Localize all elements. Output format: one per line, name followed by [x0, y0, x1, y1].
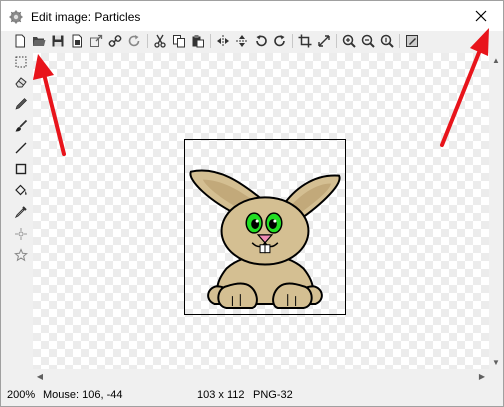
zoom-out-button[interactable]: [359, 32, 377, 50]
scroll-right-button[interactable]: ▶: [475, 369, 489, 383]
export-icon: [90, 34, 103, 47]
refresh-button[interactable]: [125, 32, 143, 50]
edit-properties-icon: [406, 35, 418, 47]
paste-icon: [192, 35, 204, 48]
select-tool[interactable]: [12, 53, 30, 71]
cut-button[interactable]: [151, 32, 169, 50]
image-format: PNG-32: [253, 389, 293, 401]
edit-properties-button[interactable]: [403, 32, 421, 50]
save-button[interactable]: [49, 32, 67, 50]
scroll-left-button[interactable]: ◀: [33, 369, 47, 383]
rotate-right-icon: [274, 35, 285, 47]
canvas-area[interactable]: [33, 53, 489, 369]
save-icon: [52, 35, 64, 47]
toolbar-separator: [336, 34, 337, 48]
flip-vertical-icon: [236, 35, 248, 47]
rectangle-icon: [15, 163, 27, 175]
scroll-down-button[interactable]: ▼: [489, 355, 503, 369]
pencil-icon: [15, 98, 27, 110]
star-icon: [14, 248, 28, 262]
window-title: Edit image: Particles: [31, 10, 141, 24]
eraser-tool[interactable]: [12, 73, 30, 91]
rotate-right-button[interactable]: [271, 32, 289, 50]
title-bar: Edit image: Particles: [1, 1, 503, 31]
app-gear-icon: [9, 10, 23, 24]
zoom-reset-button[interactable]: [378, 32, 396, 50]
toolbar-separator: [399, 34, 400, 48]
rotate-left-button[interactable]: [252, 32, 270, 50]
close-button[interactable]: [459, 1, 503, 31]
save-as-button[interactable]: [68, 32, 86, 50]
tool-palette: [9, 51, 33, 381]
scroll-up-button[interactable]: ▲: [489, 53, 503, 67]
vertical-scrollbar[interactable]: ▲ ▼: [489, 53, 503, 369]
new-icon: [15, 34, 25, 48]
chevron-left-icon: ◀: [36, 371, 44, 381]
zoom-reset-icon: [380, 34, 394, 48]
flip-horizontal-icon: [217, 35, 229, 47]
close-icon: [475, 10, 487, 22]
toolbar-separator: [210, 34, 211, 48]
flip-vertical-button[interactable]: [233, 32, 251, 50]
line-icon: [15, 142, 27, 154]
flip-horizontal-button[interactable]: [214, 32, 232, 50]
toolbar-separator: [292, 34, 293, 48]
horizontal-scrollbar[interactable]: ◀ ▶: [33, 369, 489, 383]
export-button[interactable]: [87, 32, 105, 50]
bunny-image: [189, 169, 341, 309]
brush-icon: [15, 119, 28, 132]
line-tool[interactable]: [12, 139, 30, 157]
link-button[interactable]: [106, 32, 124, 50]
status-bar: 200% Mouse: 106, -44 103 x 112 PNG-32: [1, 383, 503, 406]
zoom-out-icon: [361, 34, 375, 48]
spray-tool[interactable]: [12, 225, 30, 243]
crop-icon: [298, 34, 312, 48]
image-size: 103 x 112: [197, 389, 245, 401]
link-icon: [108, 35, 122, 47]
spray-icon: [15, 228, 27, 240]
refresh-icon: [128, 35, 140, 47]
resize-icon: [318, 35, 330, 47]
mouse-position: Mouse: 106, -44: [43, 389, 123, 401]
select-rect-icon: [15, 56, 27, 68]
new-button[interactable]: [11, 32, 29, 50]
fill-tool[interactable]: [12, 181, 30, 199]
cut-icon: [154, 34, 166, 48]
rotate-left-icon: [256, 35, 267, 47]
color-picker-icon: [14, 206, 27, 219]
shape-tool[interactable]: [12, 246, 30, 264]
eraser-icon: [15, 77, 27, 88]
zoom-level: 200%: [7, 389, 36, 401]
copy-icon: [173, 35, 185, 48]
zoom-in-icon: [342, 34, 356, 48]
chevron-down-icon: ▼: [492, 357, 500, 367]
rectangle-tool[interactable]: [12, 160, 30, 178]
image-editor-window: Edit image: Particles ▲ ▼ ◀ ▶ 200% Mouse…: [0, 0, 504, 407]
chevron-right-icon: ▶: [478, 371, 486, 381]
main-toolbar: [9, 31, 503, 51]
brush-tool[interactable]: [12, 117, 30, 135]
chevron-up-icon: ▲: [492, 55, 500, 65]
zoom-in-button[interactable]: [340, 32, 358, 50]
fill-bucket-icon: [15, 184, 27, 196]
image-canvas[interactable]: [184, 139, 346, 315]
paste-button[interactable]: [189, 32, 207, 50]
pencil-tool[interactable]: [12, 95, 30, 113]
copy-button[interactable]: [170, 32, 188, 50]
open-button[interactable]: [30, 32, 48, 50]
toolbar-separator: [147, 34, 148, 48]
color-picker-tool[interactable]: [12, 203, 30, 221]
resize-button[interactable]: [315, 32, 333, 50]
crop-button[interactable]: [296, 32, 314, 50]
save-as-icon: [72, 34, 82, 48]
open-folder-icon: [33, 37, 46, 46]
